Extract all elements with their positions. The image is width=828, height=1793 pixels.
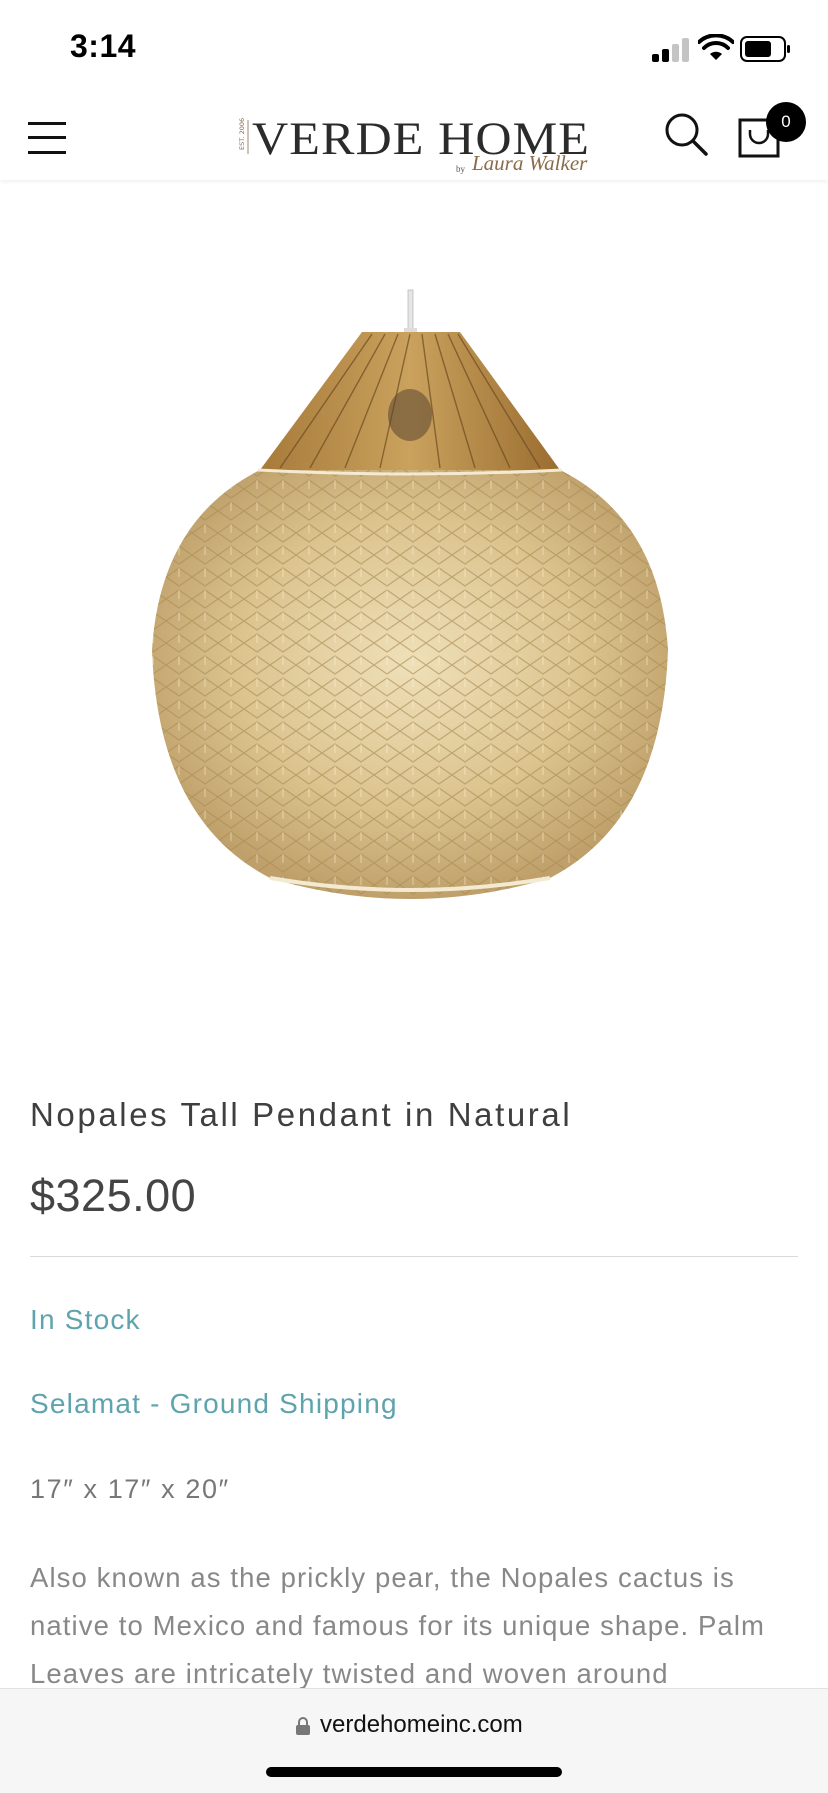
- logo-script: Laura Walker: [471, 151, 588, 175]
- stock-status: In Stock: [30, 1304, 141, 1335]
- hamburger-menu-icon[interactable]: [28, 120, 66, 156]
- divider: [30, 1256, 798, 1257]
- logo-by: by: [456, 164, 466, 174]
- product-price: $325.00: [30, 1170, 197, 1221]
- status-bar: 3:14: [0, 0, 828, 96]
- lock-icon: [296, 1717, 310, 1735]
- site-header: EST. 2006 VERDE HOME by Laura Walker: [0, 96, 828, 180]
- browser-address-bar[interactable]: verdehomeinc.com: [0, 1688, 828, 1793]
- search-icon[interactable]: [664, 112, 708, 156]
- shipping-method: Selamat - Ground Shipping: [30, 1388, 398, 1419]
- product-dimensions: 17″ x 17″ x 20″: [30, 1474, 230, 1504]
- wifi-icon: [698, 34, 734, 60]
- cart-count-badge[interactable]: 0: [766, 102, 806, 142]
- site-logo[interactable]: EST. 2006 VERDE HOME by Laura Walker: [232, 104, 602, 178]
- product-description: Also known as the prickly pear, the Nopa…: [30, 1562, 766, 1689]
- product-image[interactable]: [140, 280, 680, 930]
- battery-icon: [740, 36, 790, 62]
- product-title: Nopales Tall Pendant in Natural: [30, 1096, 573, 1133]
- cellular-signal-icon: [652, 38, 689, 62]
- url-text[interactable]: verdehomeinc.com: [320, 1711, 523, 1739]
- logo-est-mark: EST. 2006: [238, 118, 246, 150]
- home-indicator: [266, 1767, 562, 1777]
- verde-home-logo-icon: EST. 2006 VERDE HOME by Laura Walker: [238, 113, 589, 175]
- status-time: 3:14: [70, 28, 137, 64]
